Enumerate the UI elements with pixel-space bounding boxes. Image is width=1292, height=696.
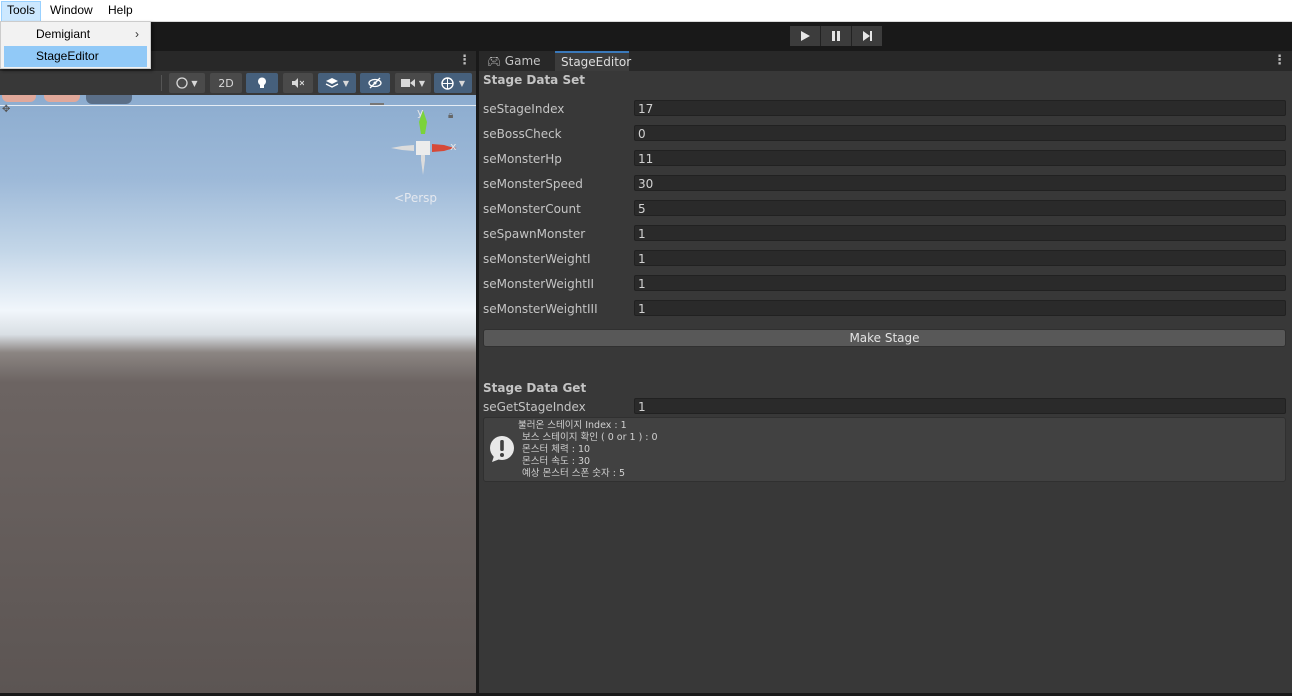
- make-stage-button[interactable]: Make Stage: [483, 329, 1286, 347]
- move-handle-icon[interactable]: ✥: [2, 104, 10, 115]
- field-label: seMonsterWeightII: [483, 277, 595, 291]
- globe-icon: [441, 76, 454, 90]
- play-button[interactable]: [790, 26, 821, 46]
- tools-dropdown-menu: Demigiant › StageEditor: [0, 21, 151, 69]
- overlay-badge: [86, 95, 132, 104]
- tab-game[interactable]: 🎮︎ Game: [481, 51, 547, 71]
- effects-dropdown[interactable]: ▼: [318, 73, 356, 93]
- overlay-dash: [370, 103, 384, 105]
- tab-game-label: Game: [504, 54, 541, 68]
- scene-more-icon[interactable]: ⋮: [458, 53, 471, 68]
- chevron-down-icon: ▼: [418, 78, 426, 88]
- gizmo-x-label: x: [450, 140, 457, 153]
- help-line: 몬스터 속도 : 30: [522, 456, 591, 467]
- gamepad-icon: 🎮︎: [487, 55, 501, 68]
- menu-window[interactable]: Window: [45, 1, 98, 20]
- stage-data-get-title: Stage Data Get: [483, 381, 587, 395]
- stage-index-input[interactable]: 17: [634, 100, 1286, 116]
- overlay-badge: [44, 95, 80, 102]
- lighting-toggle[interactable]: [246, 73, 278, 93]
- step-button[interactable]: [852, 26, 882, 46]
- tab-stageeditor[interactable]: StageEditor: [555, 51, 631, 71]
- help-line: 불러온 스테이지 Index : 1: [518, 420, 627, 431]
- field-label: seStageIndex: [483, 102, 565, 116]
- chevron-down-icon: ▼: [342, 78, 350, 88]
- pause-icon: [832, 31, 840, 41]
- monster-hp-input[interactable]: 11: [634, 150, 1286, 166]
- info-helpbox: 불러온 스테이지 Index : 1 보스 스테이지 확인 ( 0 or 1 )…: [483, 417, 1286, 482]
- sphere-icon: [176, 77, 189, 89]
- camera-dropdown[interactable]: ▼: [395, 73, 431, 93]
- step-icon: [862, 31, 872, 41]
- play-icon: [801, 31, 810, 41]
- menu-item-stageeditor[interactable]: StageEditor: [4, 46, 147, 67]
- scene-visibility-toggle[interactable]: [360, 73, 390, 93]
- field-label: seBossCheck: [483, 127, 562, 141]
- menu-bar: Tools Window Help: [0, 0, 1292, 22]
- stage-editor-panel: 🎮︎ Game StageEditor ⋮ Stage Data Set seS…: [478, 51, 1292, 694]
- shading-mode-dropdown[interactable]: ▼: [169, 73, 205, 93]
- field-label: seMonsterWeightIII: [483, 302, 598, 316]
- overlay-line: [0, 105, 476, 106]
- monster-weight-1-input[interactable]: 1: [634, 250, 1286, 266]
- toolbar-divider: [161, 75, 162, 91]
- chevron-down-icon: ▼: [191, 78, 198, 88]
- lock-icon[interactable]: 🔒︎: [448, 110, 453, 121]
- spawn-monster-input[interactable]: 1: [634, 225, 1286, 241]
- monster-speed-input[interactable]: 30: [634, 175, 1286, 191]
- monster-count-input[interactable]: 5: [634, 200, 1286, 216]
- menu-help[interactable]: Help: [103, 1, 138, 20]
- boss-check-input[interactable]: 0: [634, 125, 1286, 141]
- eye-hidden-icon: [368, 77, 382, 89]
- get-stage-index-input[interactable]: 1: [634, 398, 1286, 414]
- help-line: 몬스터 체력 : 10: [522, 444, 591, 455]
- lightbulb-icon: [258, 77, 266, 88]
- mute-icon: [292, 78, 304, 88]
- chevron-right-icon: ›: [135, 27, 139, 41]
- monster-weight-2-input[interactable]: 1: [634, 275, 1286, 291]
- audio-toggle[interactable]: [283, 73, 313, 93]
- chevron-down-icon: ▼: [458, 78, 466, 88]
- gizmo-y-label: y: [417, 106, 424, 119]
- menu-item-label: Demigiant: [36, 27, 91, 41]
- menu-item-label: StageEditor: [36, 49, 99, 63]
- field-label: seMonsterWeightI: [483, 252, 591, 266]
- field-label: seGetStageIndex: [483, 400, 586, 414]
- menu-item-demigiant[interactable]: Demigiant ›: [4, 24, 147, 45]
- field-label: seMonsterHp: [483, 152, 562, 166]
- panel-more-icon[interactable]: ⋮: [1273, 53, 1286, 68]
- field-label: seMonsterSpeed: [483, 177, 583, 191]
- help-line: 예상 몬스터 스폰 숫자 : 5: [522, 468, 626, 479]
- menu-tools[interactable]: Tools: [1, 1, 42, 22]
- scene-viewport[interactable]: ✥: [0, 95, 476, 694]
- overlay-badge: [2, 95, 36, 102]
- 2d-toggle[interactable]: 2D: [210, 73, 242, 93]
- stage-data-set-title: Stage Data Set: [483, 73, 585, 87]
- gizmos-dropdown[interactable]: ▼: [434, 73, 472, 93]
- monster-weight-3-input[interactable]: 1: [634, 300, 1286, 316]
- scene-toolbar: ▼ 2D ▼ ▼ ▼: [0, 71, 476, 96]
- layers-icon: [325, 78, 339, 88]
- panel-tab-bar: 🎮︎ Game StageEditor ⋮: [479, 51, 1292, 71]
- field-label: seSpawnMonster: [483, 227, 586, 241]
- projection-label[interactable]: <Persp: [394, 191, 437, 205]
- camera-icon: [400, 79, 415, 87]
- help-line: 보스 스테이지 확인 ( 0 or 1 ) : 0: [522, 432, 658, 443]
- play-controls: [790, 26, 882, 46]
- field-label: seMonsterCount: [483, 202, 581, 216]
- info-icon: [490, 436, 514, 462]
- main-toolbar: [0, 22, 1292, 50]
- pause-button[interactable]: [821, 26, 852, 46]
